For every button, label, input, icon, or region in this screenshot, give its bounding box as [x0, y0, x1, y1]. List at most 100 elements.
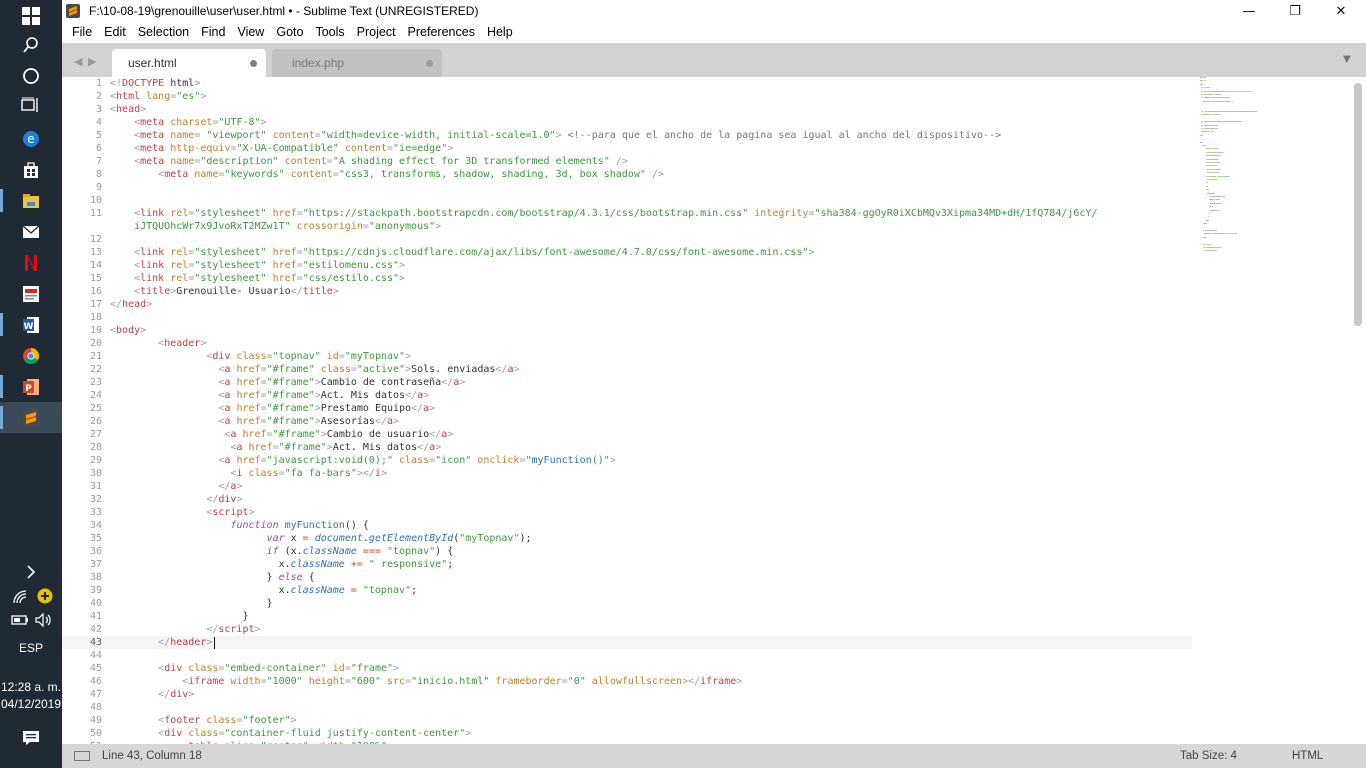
code-line[interactable]: <meta charset="UTF-8">: [110, 116, 267, 129]
code-line[interactable]: <a href="#frame">Prestamo Equipo</a>: [110, 402, 435, 415]
code-line[interactable]: function myFunction() {: [110, 519, 369, 532]
tab-nav-left-icon[interactable]: ◀: [74, 55, 82, 68]
tab-size-indicator[interactable]: Tab Size: 4: [1180, 750, 1237, 762]
powerpoint-icon[interactable]: P: [0, 371, 62, 402]
code-line[interactable]: <a href="#frame">Cambio de usuario</a>: [110, 428, 453, 441]
tab-bar: ◀ ▶ user.html index.php ▼: [62, 43, 1366, 77]
chrome-icon[interactable]: [0, 340, 62, 371]
minimize-button[interactable]: —: [1226, 0, 1272, 22]
code-line[interactable]: var x = document.getElementById("myTopna…: [110, 532, 532, 545]
code-line[interactable]: <link rel="stylesheet" href="estilomenu.…: [110, 259, 405, 272]
maximize-button[interactable]: ❐: [1272, 0, 1318, 22]
code-line[interactable]: iJTQUOhcWr7x9JvoRxT2MZw1T" crossorigin="…: [110, 220, 441, 233]
code-line[interactable]: </div>: [110, 493, 242, 506]
task-view-icon[interactable]: [0, 89, 62, 120]
menu-project[interactable]: Project: [351, 22, 402, 43]
code-line[interactable]: <meta name="description" content="A shad…: [110, 155, 628, 168]
code-line[interactable]: </a>: [110, 480, 242, 493]
modified-dot-icon[interactable]: [250, 60, 257, 67]
code-token: }: [110, 572, 279, 583]
code-line[interactable]: <head>: [110, 103, 146, 116]
store-icon[interactable]: [0, 154, 62, 185]
minimap-stroke: [1211, 111, 1238, 112]
word-icon[interactable]: W: [0, 309, 62, 340]
code-line[interactable]: <i class="fa fa-bars"></i>: [110, 467, 387, 480]
minimap[interactable]: [1200, 77, 1350, 257]
action-center-icon[interactable]: [0, 722, 62, 753]
menu-view[interactable]: View: [231, 22, 270, 43]
code-line[interactable]: <!DOCTYPE html>: [110, 77, 200, 90]
code-line[interactable]: <a href="#frame">Act. Mis datos</a>: [110, 389, 429, 402]
language-indicator[interactable]: ESP: [0, 641, 62, 655]
menu-edit[interactable]: Edit: [98, 22, 132, 43]
tab-nav-right-icon[interactable]: ▶: [88, 55, 96, 68]
code-line[interactable]: <meta http-equiv="X-UA-Compatible" conte…: [110, 142, 453, 155]
code-line[interactable]: <meta name="keywords" content="css3, tra…: [110, 168, 664, 181]
tab-dropdown-icon[interactable]: ▼: [1343, 54, 1351, 65]
code-line[interactable]: <a href="#frame">Asesorías</a>: [110, 415, 399, 428]
code-line[interactable]: <body>: [110, 324, 146, 337]
edge-icon[interactable]: e: [0, 123, 62, 154]
code-token: http-equiv: [164, 143, 231, 154]
code-line[interactable]: } else {: [110, 571, 315, 584]
close-button[interactable]: ✕: [1318, 0, 1364, 22]
news-icon[interactable]: [0, 278, 62, 309]
syntax-indicator[interactable]: HTML: [1292, 750, 1323, 762]
code-line[interactable]: <a href="#frame">Cambio de contraseña</a…: [110, 376, 465, 389]
panel-toggle-icon[interactable]: [74, 751, 90, 761]
code-line[interactable]: <html lang="es">: [110, 90, 206, 103]
code-token: <: [110, 286, 141, 297]
code-line[interactable]: <link rel="stylesheet" href="css/estilo.…: [110, 272, 405, 285]
menu-help[interactable]: Help: [481, 22, 519, 43]
tab-user-html[interactable]: user.html: [112, 49, 266, 77]
modified-dot-icon[interactable]: [426, 60, 433, 67]
code-line[interactable]: <div class="topnav" id="myTopnav">: [110, 350, 411, 363]
code-line[interactable]: if (x.className === "topnav") {: [110, 545, 454, 558]
menu-find[interactable]: Find: [195, 22, 231, 43]
code-line[interactable]: <script>: [110, 506, 254, 519]
code-line[interactable]: x.className += " responsive";: [110, 558, 454, 571]
menu-selection[interactable]: Selection: [132, 22, 195, 43]
windows-start-icon[interactable]: [0, 0, 62, 31]
cortana-icon[interactable]: [0, 60, 62, 91]
code-line[interactable]: }: [110, 597, 273, 610]
mail-icon[interactable]: [0, 216, 62, 247]
code-token: =: [194, 130, 207, 141]
menu-preferences[interactable]: Preferences: [402, 22, 481, 43]
code-line[interactable]: </header>: [110, 636, 212, 649]
code-line[interactable]: <div class="embed-container" id="frame">: [110, 662, 399, 675]
menu-file[interactable]: File: [66, 22, 98, 43]
code-line[interactable]: <a href="#frame">Act. Mis datos</a>: [110, 441, 441, 454]
code-token: >: [609, 455, 616, 466]
clock-date[interactable]: 04/12/2019: [0, 697, 62, 711]
line-number: 10: [89, 195, 102, 206]
code-line[interactable]: <title>Grenouille- Usuario</title>: [110, 285, 339, 298]
code-line[interactable]: <header>: [110, 337, 206, 350]
code-token: " responsive": [368, 559, 448, 570]
code-line[interactable]: <meta name= "viewport" content="width=de…: [110, 129, 1001, 142]
code-line[interactable]: </script>: [110, 623, 260, 636]
tab-index-php[interactable]: index.php: [272, 49, 442, 77]
code-line[interactable]: <a href="#frame" class="active">Sols. en…: [110, 363, 519, 376]
code-line[interactable]: <iframe width="1000" height="600" src="i…: [110, 675, 742, 688]
code-line[interactable]: }: [110, 610, 248, 623]
menu-tools[interactable]: Tools: [309, 22, 350, 43]
search-icon[interactable]: [0, 29, 62, 60]
code-line[interactable]: <footer class="footer">: [110, 714, 297, 727]
code-token: >: [808, 247, 815, 258]
netflix-icon[interactable]: [0, 247, 62, 278]
sublime-text-icon[interactable]: [0, 402, 62, 433]
editor-area[interactable]: 1 2 3 4 5 6 7 8 9 10 11 12 13 14 15 16 17 18 19 20 21 22 23 24 2…: [62, 77, 1366, 744]
vertical-scrollbar[interactable]: [1354, 83, 1362, 326]
menu-goto[interactable]: Goto: [270, 22, 309, 43]
code-line[interactable]: <link rel="stylesheet" href="https://sta…: [110, 207, 1097, 220]
code-line[interactable]: <a href="javascript:void(0);" class="ico…: [110, 454, 616, 467]
code-line[interactable]: <link rel="stylesheet" href="https://cdn…: [110, 246, 814, 259]
code-view[interactable]: <!DOCTYPE html> <html lang="es"> <head> <m…: [110, 77, 1190, 744]
code-line[interactable]: <div class="container-fluid justify-cont…: [110, 727, 471, 740]
clock-time[interactable]: 12:28 a. m.: [0, 680, 62, 694]
code-line[interactable]: x.className = "topnav";: [110, 584, 418, 597]
file-explorer-icon[interactable]: [0, 185, 62, 216]
code-line[interactable]: </head>: [110, 298, 152, 311]
code-line[interactable]: </div>: [110, 688, 194, 701]
